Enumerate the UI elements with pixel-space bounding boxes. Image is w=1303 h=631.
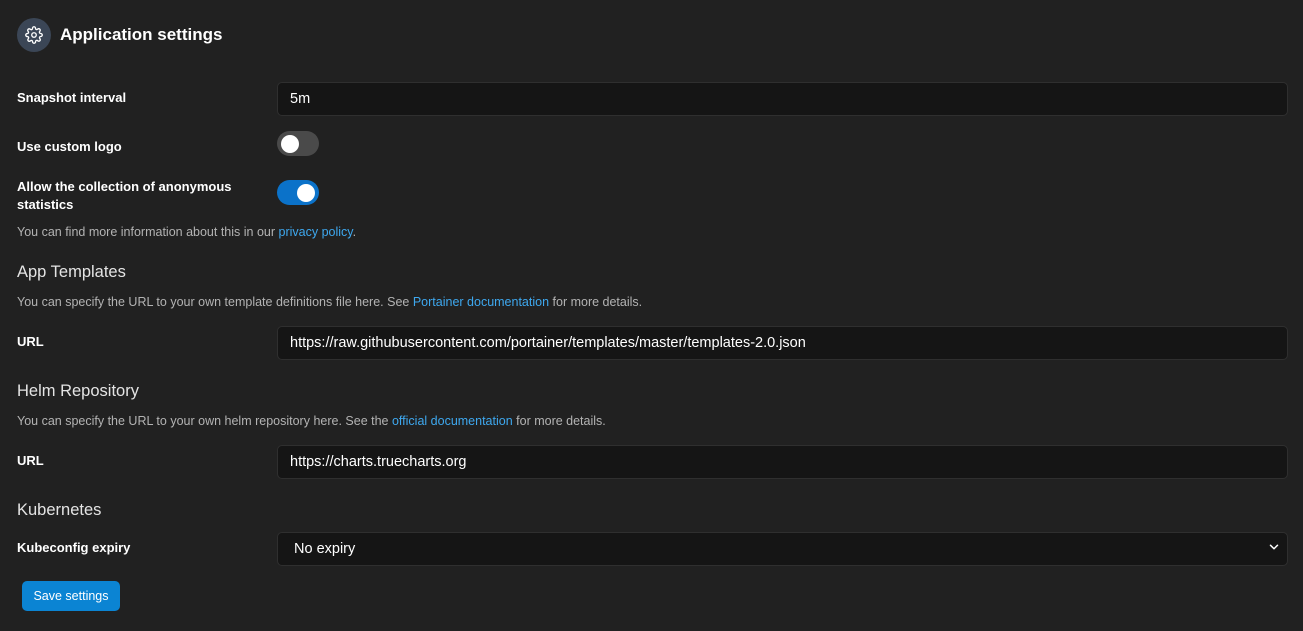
official-documentation-link[interactable]: official documentation (392, 414, 513, 428)
privacy-policy-link[interactable]: privacy policy (279, 225, 353, 239)
app-templates-help-suffix: for more details. (549, 295, 643, 309)
application-settings-page: Application settings Snapshot interval U… (0, 0, 1303, 631)
kubeconfig-expiry-value: No expiry (294, 541, 356, 557)
kubeconfig-expiry-label: Kubeconfig expiry (17, 540, 131, 555)
helm-url-input[interactable] (277, 445, 1288, 479)
templates-url-label: URL (17, 334, 44, 349)
kubernetes-title: Kubernetes (17, 501, 102, 519)
helm-help-prefix: You can specify the URL to your own helm… (17, 414, 392, 428)
custom-logo-toggle[interactable] (277, 131, 319, 156)
app-templates-title: App Templates (17, 263, 126, 281)
save-settings-button[interactable]: Save settings (22, 581, 120, 611)
toggle-knob (281, 134, 299, 153)
anonymous-stats-toggle[interactable] (277, 180, 319, 205)
privacy-help-prefix: You can find more information about this… (17, 225, 279, 239)
snapshot-interval-label: Snapshot interval (17, 90, 127, 105)
anonymous-stats-label: Allow the collection of anonymous statis… (17, 178, 232, 214)
toggle-knob (297, 183, 315, 202)
app-templates-help-prefix: You can specify the URL to your own temp… (17, 295, 413, 309)
gear-icon (17, 18, 51, 52)
page-title: Application settings (60, 25, 223, 44)
anonymous-stats-label-line2: statistics (17, 197, 74, 212)
privacy-help-suffix: . (352, 225, 357, 239)
helm-url-label: URL (17, 453, 44, 468)
custom-logo-label: Use custom logo (17, 139, 122, 154)
anonymous-stats-label-line1: Allow the collection of anonymous (17, 179, 232, 194)
app-templates-help-text: You can specify the URL to your own temp… (17, 295, 642, 309)
kubeconfig-expiry-select[interactable]: No expiry (277, 532, 1288, 566)
snapshot-interval-input[interactable] (277, 82, 1288, 116)
settings-header: Application settings (17, 18, 222, 52)
helm-repository-title: Helm Repository (17, 382, 139, 400)
templates-url-input[interactable] (277, 326, 1288, 360)
helm-help-suffix: for more details. (512, 414, 606, 428)
helm-help-text: You can specify the URL to your own helm… (17, 414, 606, 428)
privacy-help-text: You can find more information about this… (17, 225, 356, 239)
chevron-down-icon (1267, 540, 1281, 559)
portainer-documentation-link[interactable]: Portainer documentation (413, 295, 549, 309)
